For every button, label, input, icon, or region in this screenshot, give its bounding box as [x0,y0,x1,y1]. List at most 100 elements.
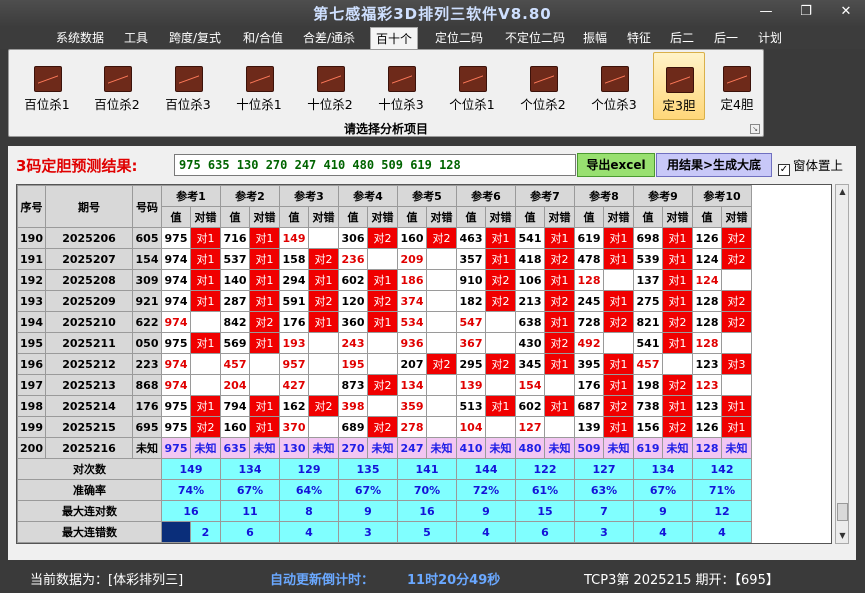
ribbon-launcher-icon[interactable]: ↘ [750,124,760,134]
menu-item[interactable]: 系统数据 [48,27,112,49]
table-row[interactable]: 190 2025206 605 975 对1 716 对1 149 306 对2 160 对2 463 对… [17,227,752,249]
generate-base-button[interactable]: 用结果>生成大底 [656,153,772,177]
stats-value: 134 [633,458,693,480]
ref-value: 975 [161,395,191,417]
export-excel-button[interactable]: 导出excel [577,153,655,177]
ref-value: 182 [456,290,486,312]
ref-match [721,374,752,396]
ref-match [721,332,752,354]
row-seq: 197 [17,374,46,396]
ribbon-button[interactable]: 十位杀1 [231,52,287,120]
table-row[interactable]: 194 2025210 622 974 842 对2 176 对1 360 对1 534 547 638… [17,311,752,333]
predict-status: 未知 [721,437,752,459]
ref-value: 698 [633,227,663,249]
menu-item[interactable]: 振幅 [576,27,614,49]
stats-value: 142 [692,458,752,480]
menu-item[interactable]: 和/合值 [236,27,290,49]
topmost-checkbox[interactable]: ✓ 窗体置上 [778,155,843,176]
scroll-up-icon[interactable]: ▲ [837,186,848,198]
stats-value: 16 [161,500,221,522]
ribbon-button[interactable]: 百位杀3 [160,52,216,120]
table-row[interactable]: 195 2025211 050 975 对1 569 对1 193 243 936 367 430 对2… [17,332,752,354]
ribbon-button[interactable]: 定3胆 [653,52,705,120]
ref-match [367,248,398,270]
chart-icon [388,66,416,92]
table-row[interactable]: 196 2025212 223 974 457 957 195 207 对2 295 对2 345 对1… [17,353,752,375]
table-row[interactable]: 197 2025213 868 974 204 427 873 对2 134 139 154 176 对… [17,374,752,396]
ref-match [308,227,339,249]
stats-value: 5 [397,521,457,543]
menu-item[interactable]: 合差/通杀 [296,27,362,49]
checkbox-checked-icon[interactable]: ✓ [778,164,790,176]
table-row[interactable]: 198 2025214 176 975 对1 794 对1 162 对2 398 359 513 对1 6… [17,395,752,417]
prediction-grid[interactable]: 序号 期号 号码 参考1 参考2 参考3 参考4 参考5 参考6 参考7 参考8 参考9 参考10 值对错… [16,184,832,544]
menu-item[interactable]: 特征 [620,27,658,49]
ref-value: 478 [574,248,604,270]
ribbon-button[interactable]: 个位杀2 [515,52,571,120]
table-row[interactable]: 192 2025208 309 974 对1 140 对1 294 对1 602 对1 186 910 对… [17,269,752,291]
menu-item[interactable]: 后二 [664,27,700,49]
ref-match [308,374,339,396]
ribbon-button[interactable]: 百位杀1 [19,52,75,120]
ribbon-button[interactable]: 个位杀1 [444,52,500,120]
ribbon-button[interactable]: 十位杀3 [373,52,429,120]
ref-value: 957 [279,353,309,375]
table-row[interactable]: 193 2025209 921 974 对1 287 对1 591 对2 120 对2 374 182 对… [17,290,752,312]
ref-match: 对1 [485,248,516,270]
ribbon-button[interactable]: 个位杀3 [586,52,642,120]
ref-value: 395 [574,353,604,375]
scroll-down-icon[interactable]: ▼ [837,530,848,542]
menu-item[interactable]: 不定位二码 [496,27,574,49]
menu-item[interactable]: 百十个 [370,27,418,50]
chart-icon [104,66,132,92]
restore-icon[interactable]: ❐ [793,2,819,22]
ref-match: 对1 [721,395,752,417]
match-subheader: 对错 [426,206,457,228]
ref-header: 参考7 [515,185,575,207]
menu-item[interactable]: 计划 [752,27,788,49]
ref-value: 539 [633,248,663,270]
stats-value: 9 [338,500,398,522]
chart-icon [723,66,751,92]
row-code: 154 [132,248,162,270]
ref-match: 对2 [426,353,457,375]
ref-value: 591 [279,290,309,312]
ref-value: 186 [397,269,427,291]
table-row[interactable]: 199 2025215 695 975 对2 160 对1 370 689 对2 278 104 127… [17,416,752,438]
match-subheader: 对错 [603,206,634,228]
ribbon-button-label: 定3胆 [662,98,696,113]
menu-item[interactable]: 定位二码 [426,27,492,49]
ref-header: 参考4 [338,185,398,207]
ref-header: 参考9 [633,185,693,207]
vertical-scrollbar[interactable]: ▲ ▼ [835,184,849,544]
ref-value: 154 [515,374,545,396]
close-icon[interactable]: ✕ [833,2,859,22]
ref-header: 参考10 [692,185,752,207]
ref-match [367,332,398,354]
stats-value: 135 [338,458,398,480]
stats-value: 72% [456,479,516,501]
menu-item[interactable]: 后一 [706,27,746,49]
ref-match [367,395,398,417]
table-row[interactable]: 191 2025207 154 974 对1 537 对1 158 对2 236 209 357 对1 4… [17,248,752,270]
ribbon-button[interactable]: 定4胆 [711,52,763,120]
menu-item[interactable]: 工具 [118,27,154,49]
ribbon-button[interactable]: 十位杀2 [302,52,358,120]
ref-match: 对1 [544,395,575,417]
stats-label: 最大连对数 [17,500,162,522]
row-seq: 200 [17,437,46,459]
menu-item[interactable]: 跨度/复式 [160,27,230,49]
row-seq: 194 [17,311,46,333]
ref-match: 对1 [190,332,221,354]
predict-status: 未知 [603,437,634,459]
ribbon-button-label: 个位杀2 [520,97,566,112]
result-field[interactable]: 975 635 130 270 247 410 480 509 619 128 [174,154,576,176]
scroll-thumb[interactable] [837,503,848,521]
prediction-row[interactable]: 200 2025216 未知 975 未知 635 未知 130 未知 270 未知 247 未知 410… [17,437,752,459]
ref-match: 对1 [367,311,398,333]
ribbon-button[interactable]: 百位杀2 [89,52,145,120]
minimize-icon[interactable]: — [753,2,779,22]
chart-icon [530,66,558,92]
ref-match [603,332,634,354]
match-subheader: 对错 [662,206,693,228]
